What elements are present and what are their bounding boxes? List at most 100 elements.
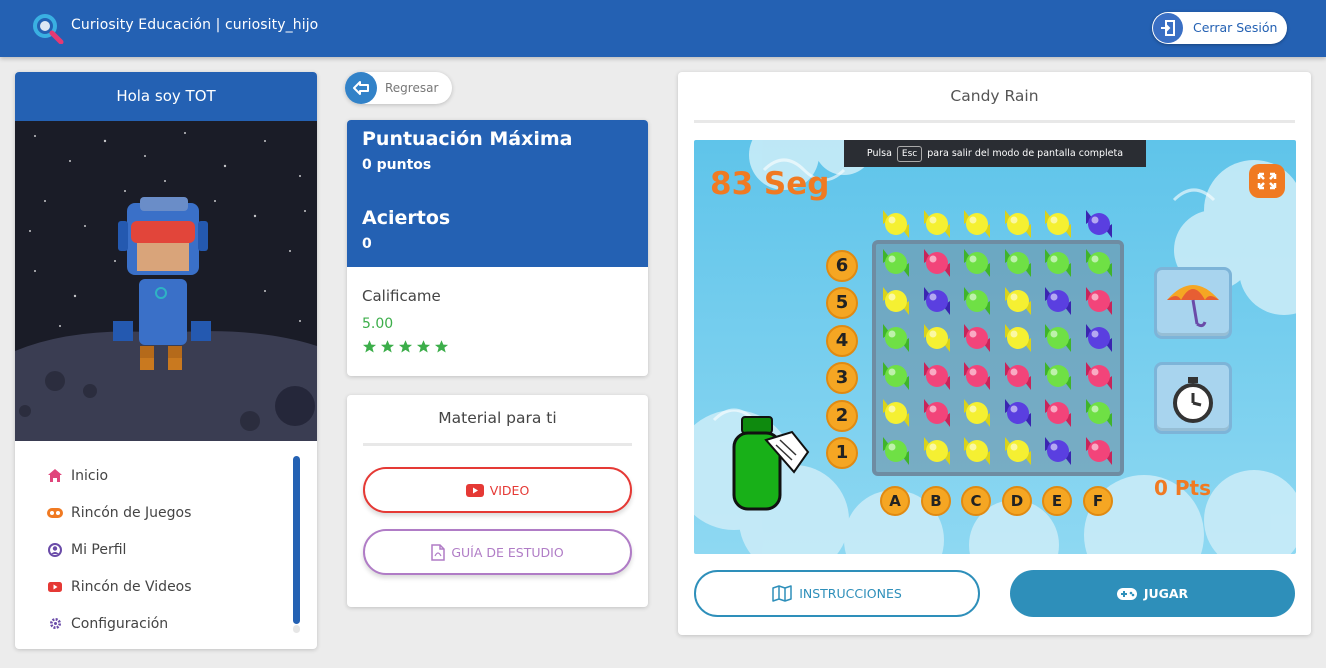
arrow-left-icon — [345, 72, 377, 104]
esc-key: Esc — [896, 145, 923, 162]
app-title: Curiosity Educación | curiosity_hijo — [71, 17, 319, 33]
curiosity-logo-icon[interactable] — [31, 12, 67, 44]
game-title: Candy Rain — [950, 87, 1039, 105]
star-icon[interactable] — [434, 339, 449, 354]
back-label: Regresar — [385, 81, 439, 95]
youtube-icon — [47, 579, 63, 595]
candy-yellow — [1005, 324, 1031, 352]
candy-pink — [924, 249, 950, 277]
column-label: F — [1083, 486, 1113, 516]
youtube-icon — [465, 483, 484, 497]
candy-pink — [964, 362, 990, 390]
sidebar-item-inicio[interactable]: Inicio — [15, 457, 295, 494]
notice-text: Pulsa — [866, 148, 892, 159]
material-title: Material para ti — [438, 409, 557, 427]
sidebar-item-label: Mi Perfil — [71, 541, 127, 558]
candy-pink — [1086, 362, 1112, 390]
instructions-button[interactable]: INSTRUCCIONES — [694, 570, 980, 617]
umbrella-powerup-button[interactable] — [1154, 267, 1232, 339]
candy-yellow — [883, 287, 909, 315]
sidebar-item-juegos[interactable]: Rincón de Juegos — [15, 494, 295, 531]
candy-green — [883, 249, 909, 277]
row-label: 6 — [826, 250, 858, 282]
star-icon[interactable] — [416, 339, 431, 354]
sidebar-item-videos[interactable]: Rincón de Videos — [15, 568, 295, 605]
candy-green — [883, 324, 909, 352]
candy-blue — [1045, 437, 1071, 465]
file-pdf-icon — [431, 543, 446, 561]
candy-green — [1045, 324, 1071, 352]
material-card: Material para ti VIDEO GUÍA DE ESTUDIO — [347, 395, 648, 607]
row-label: 5 — [826, 287, 858, 319]
candy-blue — [1086, 210, 1112, 238]
candy-green — [964, 249, 990, 277]
candy-green — [883, 437, 909, 465]
sidebar-item-label: Inicio — [71, 467, 109, 484]
home-icon — [47, 468, 63, 484]
sidebar-scrollbar-track — [293, 625, 300, 633]
logout-label: Cerrar Sesión — [1193, 20, 1278, 35]
sidebar-scrollbar[interactable] — [293, 456, 300, 624]
candy-pink — [964, 324, 990, 352]
candy-yellow — [924, 437, 950, 465]
logout-button[interactable]: Cerrar Sesión — [1152, 12, 1287, 44]
candy-pink — [924, 399, 950, 427]
candy-yellow — [1005, 210, 1031, 238]
candy-green — [1045, 249, 1071, 277]
row-label: 2 — [826, 400, 858, 432]
candy-pink — [1086, 437, 1112, 465]
rating-label: Calificame — [362, 287, 441, 305]
candy-yellow — [883, 210, 909, 238]
map-icon — [772, 585, 792, 602]
candy-green — [1086, 399, 1112, 427]
candy-yellow — [964, 437, 990, 465]
video-button[interactable]: VIDEO — [363, 467, 632, 513]
sidebar-item-label: Rincón de Juegos — [71, 504, 192, 521]
candy-blue — [1045, 287, 1071, 315]
expand-icon — [1257, 172, 1277, 190]
candy-green — [1045, 362, 1071, 390]
sidebar-nav: Inicio Rincón de Juegos Mi Perfil Rincón… — [15, 457, 295, 642]
divider — [363, 443, 632, 446]
candy-green — [1005, 249, 1031, 277]
star-icon[interactable] — [362, 339, 377, 354]
video-label: VIDEO — [489, 482, 530, 498]
star-icon[interactable] — [380, 339, 395, 354]
profile-greeting: Hola soy TOT — [15, 72, 317, 121]
candy-yellow — [924, 324, 950, 352]
score-card: Puntuación Máxima 0 puntos Aciertos 0 Ca… — [347, 120, 648, 376]
sidebar-item-label: Rincón de Videos — [71, 578, 192, 595]
score-summary: Puntuación Máxima 0 puntos Aciertos 0 — [347, 120, 648, 267]
study-guide-button[interactable]: GUÍA DE ESTUDIO — [363, 529, 632, 575]
fullscreen-toggle-button[interactable] — [1249, 164, 1285, 198]
candy-pink — [1045, 399, 1071, 427]
sidebar-item-perfil[interactable]: Mi Perfil — [15, 531, 295, 568]
candy-green — [964, 287, 990, 315]
row-label: 3 — [826, 362, 858, 394]
instructions-label: INSTRUCCIONES — [799, 586, 902, 601]
back-button[interactable]: Regresar — [345, 72, 452, 104]
column-label: D — [1002, 486, 1032, 516]
rating-value: 5.00 — [362, 316, 394, 332]
star-icon[interactable] — [398, 339, 413, 354]
study-guide-label: GUÍA DE ESTUDIO — [451, 544, 564, 560]
top-bar: Curiosity Educación | curiosity_hijo Cer… — [0, 0, 1326, 57]
row-label: 1 — [826, 437, 858, 469]
game-points: 0 Pts — [1154, 476, 1212, 500]
sidebar-item-configuracion[interactable]: Configuración — [15, 605, 295, 642]
candy-green — [1086, 249, 1112, 277]
candy-yellow — [964, 399, 990, 427]
rating-stars[interactable] — [362, 339, 449, 354]
candy-yellow — [1005, 437, 1031, 465]
candy-green — [883, 362, 909, 390]
stopwatch-icon — [1173, 377, 1213, 423]
candy-yellow — [964, 210, 990, 238]
sidebar-item-label: Configuración — [71, 615, 169, 632]
stopwatch-powerup-button[interactable] — [1154, 362, 1232, 434]
avatar — [15, 121, 317, 441]
play-label: JUGAR — [1143, 586, 1189, 601]
play-button[interactable]: JUGAR — [1010, 570, 1295, 617]
game-canvas[interactable]: Pulsa Esc para salir del modo de pantall… — [694, 140, 1296, 554]
divider — [694, 120, 1295, 123]
max-score-title: Puntuación Máxima — [362, 128, 573, 150]
